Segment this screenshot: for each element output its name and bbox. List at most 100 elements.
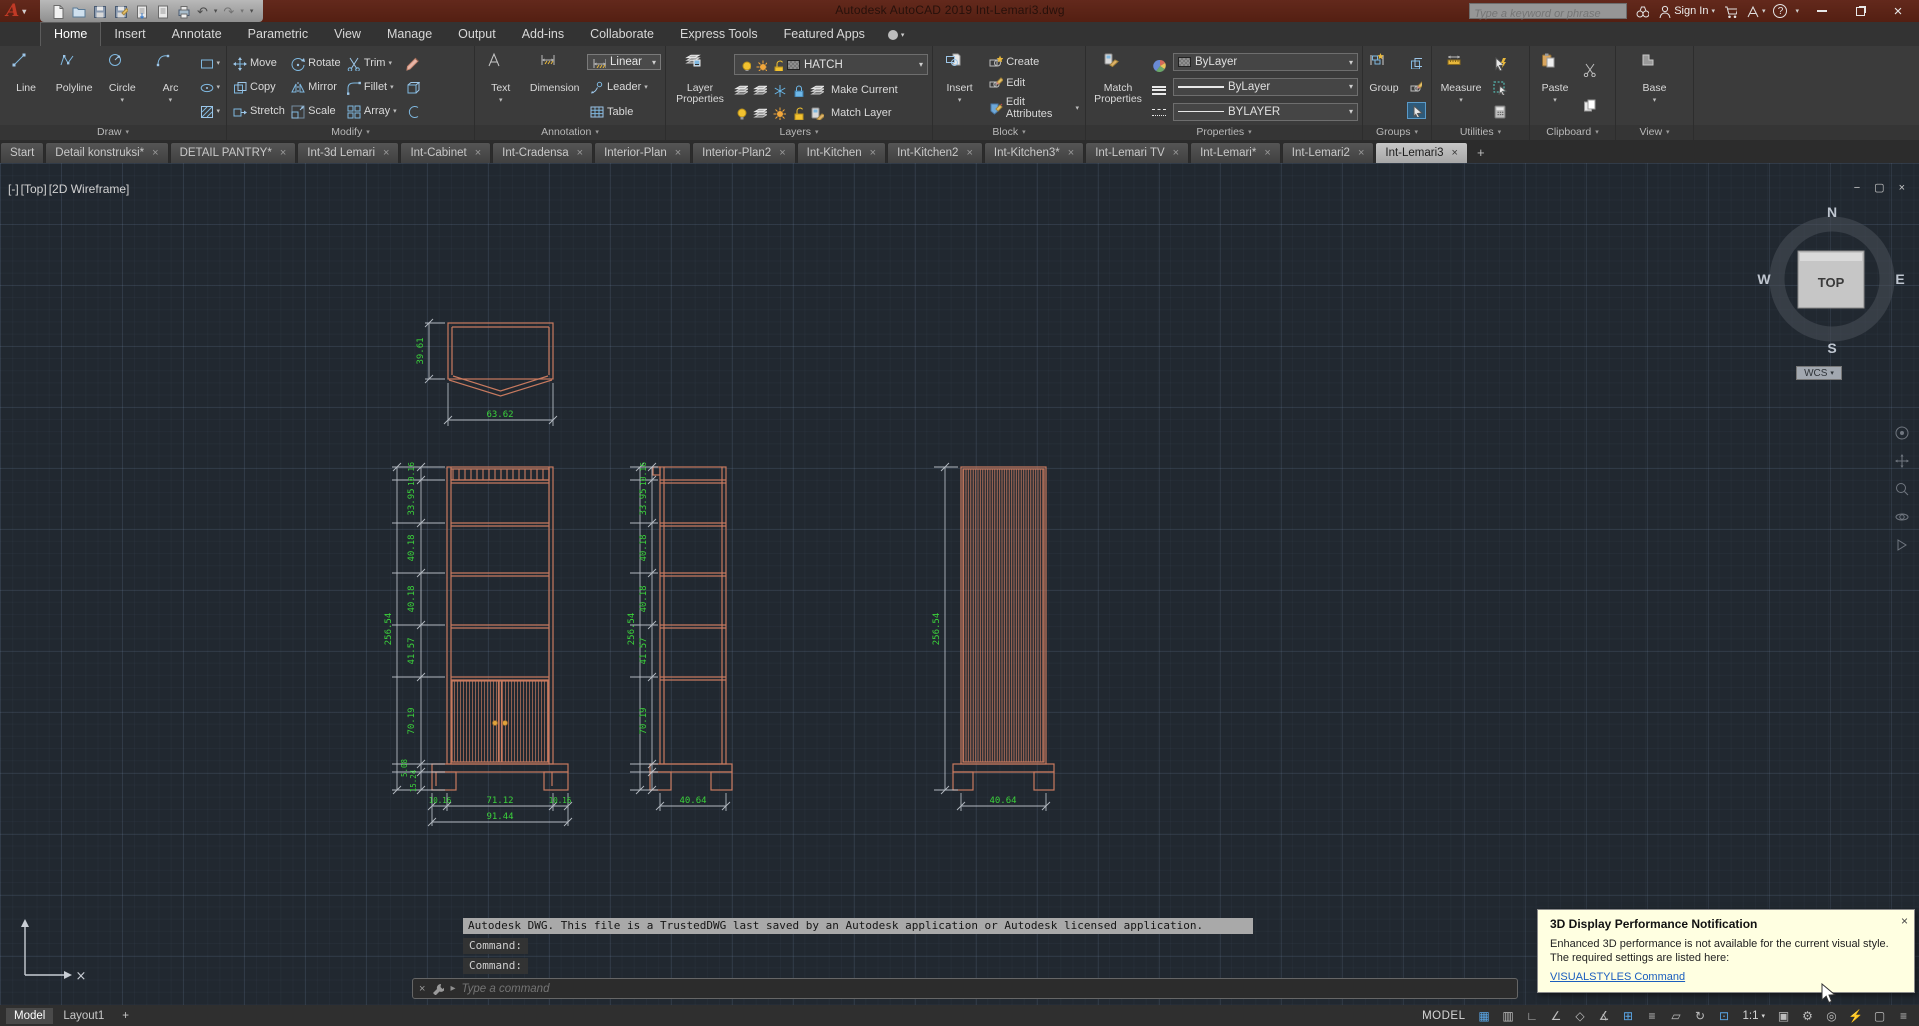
undo-icon[interactable]: ↶ [197,4,208,19]
qat-customize-icon[interactable]: ▾ [250,7,254,15]
file-tab[interactable]: Detail konstruksi* × [45,142,169,163]
make-current-icon[interactable] [810,83,824,97]
file-tab[interactable]: Int-Lemari TV × [1085,142,1190,163]
object-color-dropdown[interactable]: ByLayer ▾ [1173,53,1358,72]
layer-dropdown[interactable]: HATCH ▾ [734,54,928,76]
panel-label-annotation[interactable]: Annotation ▾ [475,125,665,140]
file-tab[interactable]: Int-Kitchen3* × [983,142,1085,163]
isodraft-toggle[interactable]: ◇ [1568,1008,1591,1024]
search-icon[interactable] [1635,4,1650,18]
tab-close-icon[interactable]: × [577,147,583,159]
layer-on-icon[interactable] [734,106,748,120]
autodesk-a360-icon[interactable]: ▾ [1745,4,1765,18]
dimension-button[interactable]: Dimension [525,49,584,125]
fillet-button[interactable]: Fillet ▾ [344,75,400,99]
ortho-toggle[interactable]: ∟ [1520,1008,1543,1024]
stretch-button[interactable]: Stretch [230,99,288,123]
panel-label-modify[interactable]: Modify ▾ [227,125,474,140]
linetype-icon[interactable] [1150,108,1169,117]
panel-label-view[interactable]: View ▾ [1616,125,1693,140]
edit-block-button[interactable]: Edit [986,74,1081,91]
line-button[interactable]: Line [3,49,49,125]
save-as-icon[interactable] [113,4,128,19]
panel-label-clipboard[interactable]: Clipboard ▾ [1530,125,1615,140]
tab-close-icon[interactable]: × [1068,147,1074,159]
restore-button[interactable] [1845,2,1875,20]
layer-properties-button[interactable]: Layer Properties [669,49,731,125]
workspace-switching-button[interactable]: ⚙ [1796,1008,1819,1024]
insert-block-button[interactable]: Insert ▾ [936,49,983,125]
redo-caret-icon[interactable]: ▾ [240,7,244,15]
new-layout-button[interactable]: + [114,1008,137,1024]
snap-toggle[interactable]: ▥ [1496,1008,1519,1024]
file-tab[interactable]: Int-Cabinet × [400,142,492,163]
tab-close-icon[interactable]: × [966,147,972,159]
erase-button[interactable] [403,55,422,72]
tab-close-icon[interactable]: × [383,147,389,159]
app-store-cart-icon[interactable] [1723,4,1737,18]
close-button[interactable]: × [1883,2,1913,20]
group-selection-toggle[interactable] [1407,101,1426,119]
id-point-button[interactable] [1490,79,1509,96]
panel-label-draw[interactable]: Draw ▾ [0,125,226,140]
file-tab[interactable]: Int-Lemari* × [1190,142,1281,163]
annotation-visibility-toggle[interactable]: ▣ [1772,1008,1795,1024]
tab-close-icon[interactable]: × [1173,147,1179,159]
tab-close-icon[interactable]: × [1264,147,1270,159]
copy-button[interactable]: Copy [230,75,288,99]
model-tab[interactable]: Model [6,1007,54,1024]
file-tab-active[interactable]: Int-Lemari3 × [1375,142,1468,163]
layer-freeze-icon[interactable] [772,83,786,98]
help-icon[interactable]: ? [1773,4,1788,18]
layer-lock-icon[interactable] [791,83,805,98]
hatch-button[interactable]: ▾ [197,103,223,120]
leader-button[interactable]: Leader ▾ [587,78,661,95]
ribbon-tab-addins[interactable]: Add-ins [509,23,577,46]
visualstyles-command-link[interactable]: VISUALSTYLES Command [1550,971,1685,983]
polyline-button[interactable]: Polyline [51,49,97,125]
table-button[interactable]: Table [587,103,661,120]
tab-close-icon[interactable]: × [475,147,481,159]
file-tab[interactable]: Interior-Plan2 × [692,142,796,163]
color-wheel-icon[interactable] [1150,57,1169,74]
tab-close-icon[interactable]: × [1452,147,1458,159]
move-button[interactable]: Move [230,51,288,75]
join-button[interactable] [403,103,422,120]
linear-dimension-dropdown[interactable]: Linear ▾ [587,54,661,70]
grid-toggle[interactable]: ▦ [1472,1008,1495,1024]
notification-close-icon[interactable]: × [1901,914,1908,928]
osnap-tracking-toggle[interactable]: ∡ [1592,1008,1615,1024]
open-file-icon[interactable] [71,4,86,19]
ribbon-tab-manage[interactable]: Manage [374,23,445,46]
new-drawing-tab-button[interactable]: + [1469,142,1493,163]
tab-close-icon[interactable]: × [779,147,785,159]
tab-close-icon[interactable]: × [870,147,876,159]
isolate-objects-button[interactable]: ◎ [1820,1008,1843,1024]
layer-isolate-icon[interactable] [753,83,767,97]
ribbon-tab-output[interactable]: Output [445,23,509,46]
tab-close-icon[interactable]: × [675,147,681,159]
plot-sheet-icon[interactable] [134,4,149,19]
group-button[interactable]: Group [1364,49,1404,125]
arc-button[interactable]: Arc ▾ [147,49,193,125]
tab-close-icon[interactable]: × [152,147,158,159]
quick-calculator-button[interactable] [1490,103,1509,120]
tab-close-icon[interactable]: × [280,147,286,159]
ribbon-tab-insert[interactable]: Insert [101,23,158,46]
help-search-field[interactable] [1469,3,1628,21]
base-view-button[interactable]: Base ▾ [1631,49,1679,125]
clean-screen-button[interactable]: ▢ [1868,1008,1891,1024]
transparency-toggle[interactable]: ▱ [1664,1008,1687,1024]
file-tab[interactable]: Int-Cradensa × [492,142,594,163]
panel-label-layers[interactable]: Layers ▾ [666,125,932,140]
ribbon-tab-annotate[interactable]: Annotate [159,23,235,46]
trim-button[interactable]: Trim ▾ [344,51,400,75]
layer-thaw-icon[interactable] [772,106,786,120]
file-tab[interactable]: Int-Kitchen × [796,142,887,163]
file-tab[interactable]: Int-Lemari2 × [1281,142,1375,163]
drawing-canvas[interactable]: [-] [Top] [2D Wireframe] − ▢ × TOP N S W… [0,163,1919,1005]
command-close-icon[interactable]: × [419,983,425,995]
ribbon-tab-home[interactable]: Home [40,22,102,46]
ribbon-tab-collaborate[interactable]: Collaborate [577,23,667,46]
create-block-button[interactable]: Create [986,53,1081,70]
